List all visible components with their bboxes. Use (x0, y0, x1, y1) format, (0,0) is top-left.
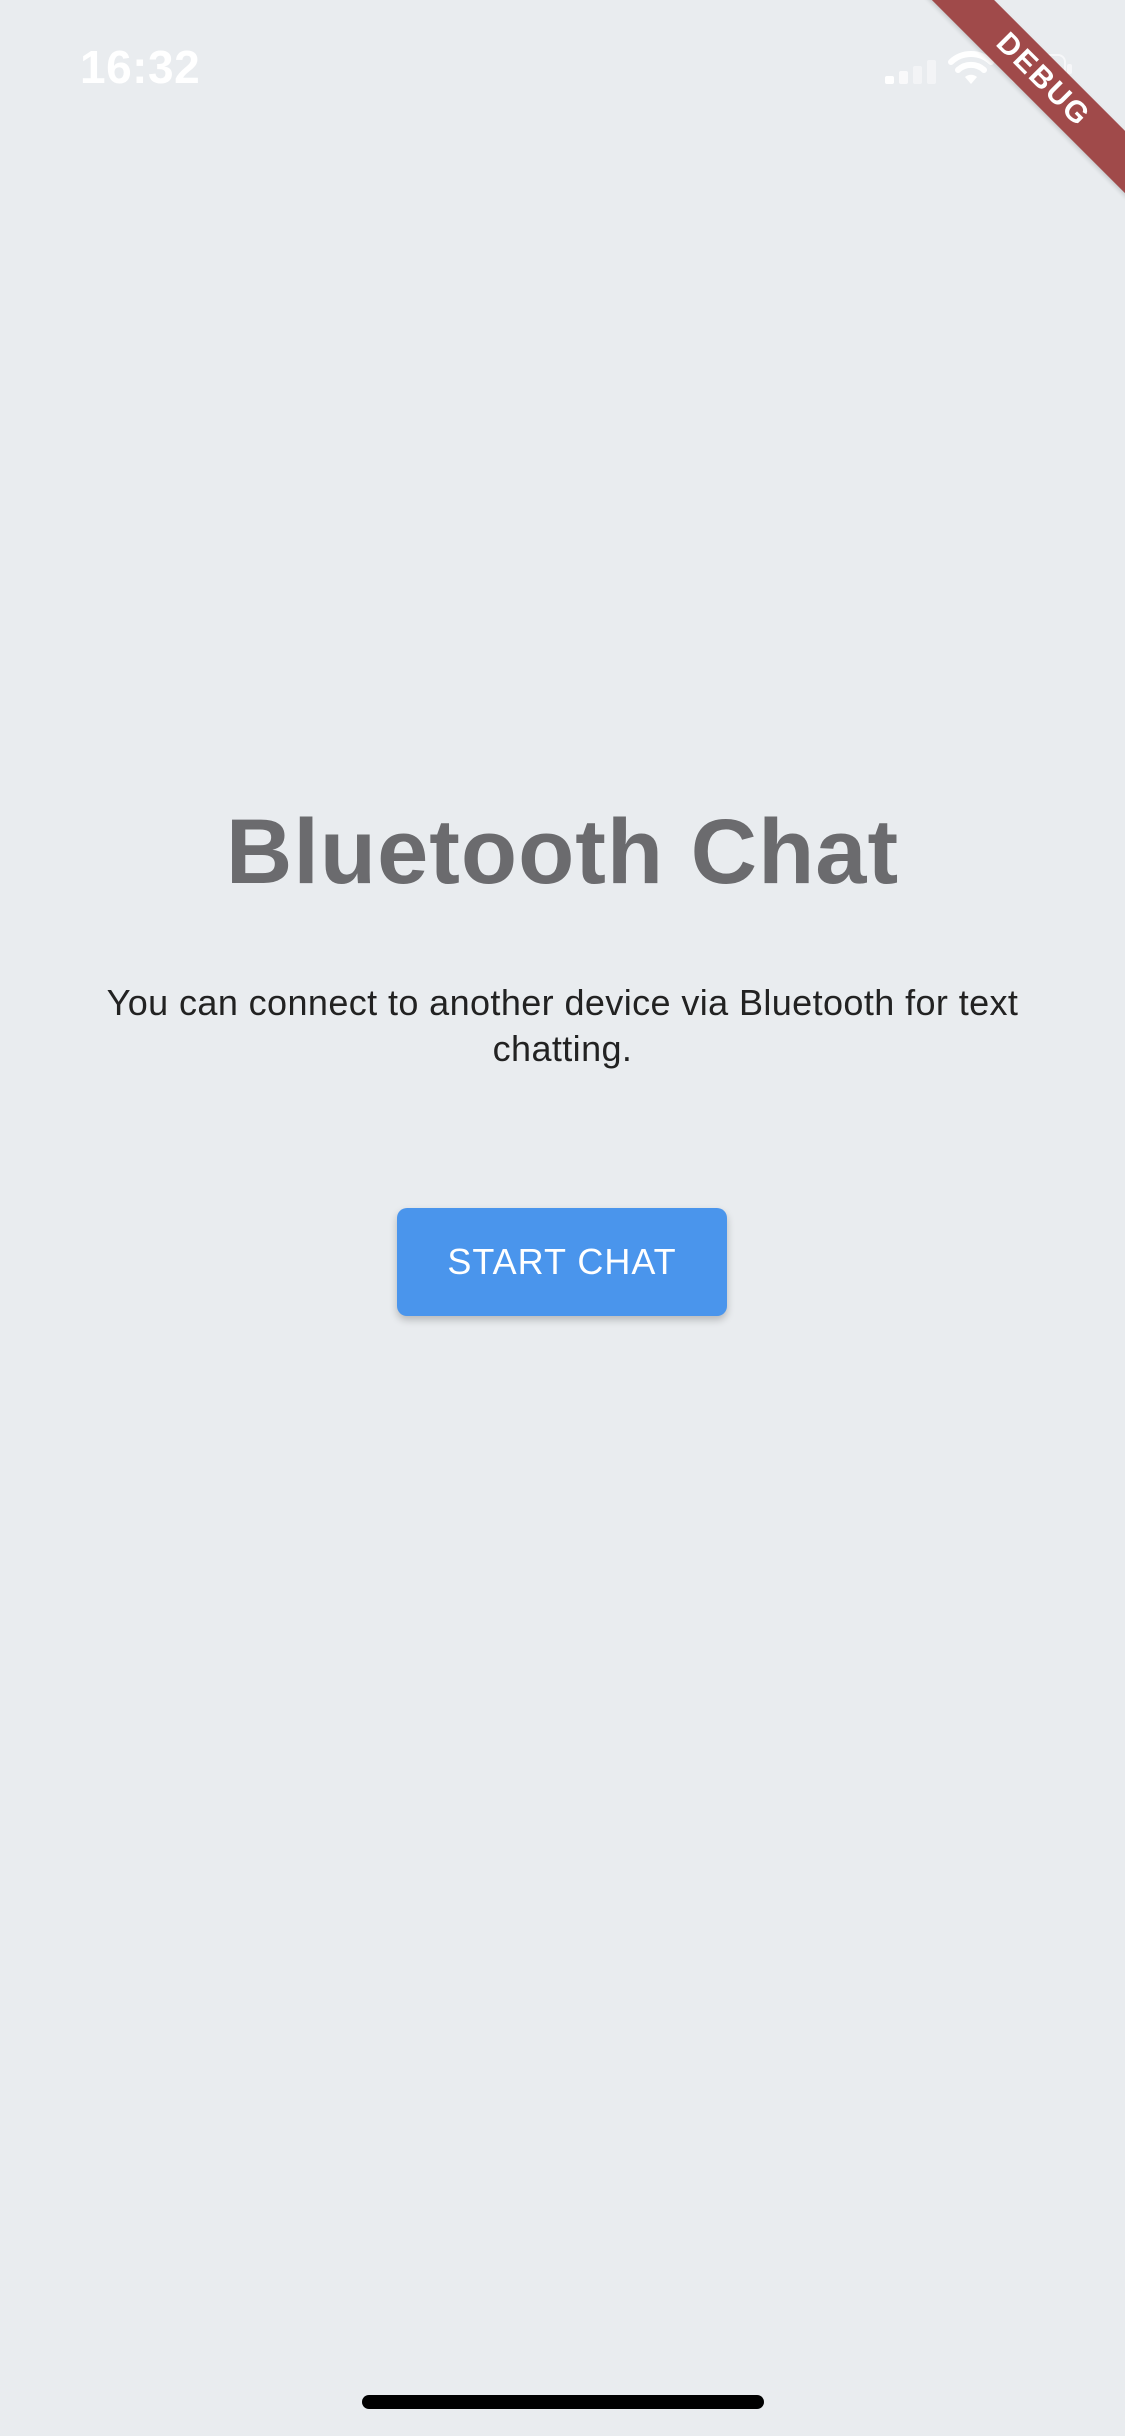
cellular-signal-icon (885, 60, 936, 84)
page-description: You can connect to another device via Bl… (106, 982, 1019, 1069)
start-chat-button[interactable]: START CHAT (397, 1208, 727, 1316)
status-time: 16:32 (80, 41, 201, 93)
home-indicator[interactable] (362, 2395, 764, 2409)
app-screen: 16:32 DEBUG Bluetooth Chat You can conne… (0, 0, 1125, 2436)
page-title: Bluetooth Chat (225, 801, 900, 903)
debug-banner: DEBUG (914, 0, 1125, 209)
